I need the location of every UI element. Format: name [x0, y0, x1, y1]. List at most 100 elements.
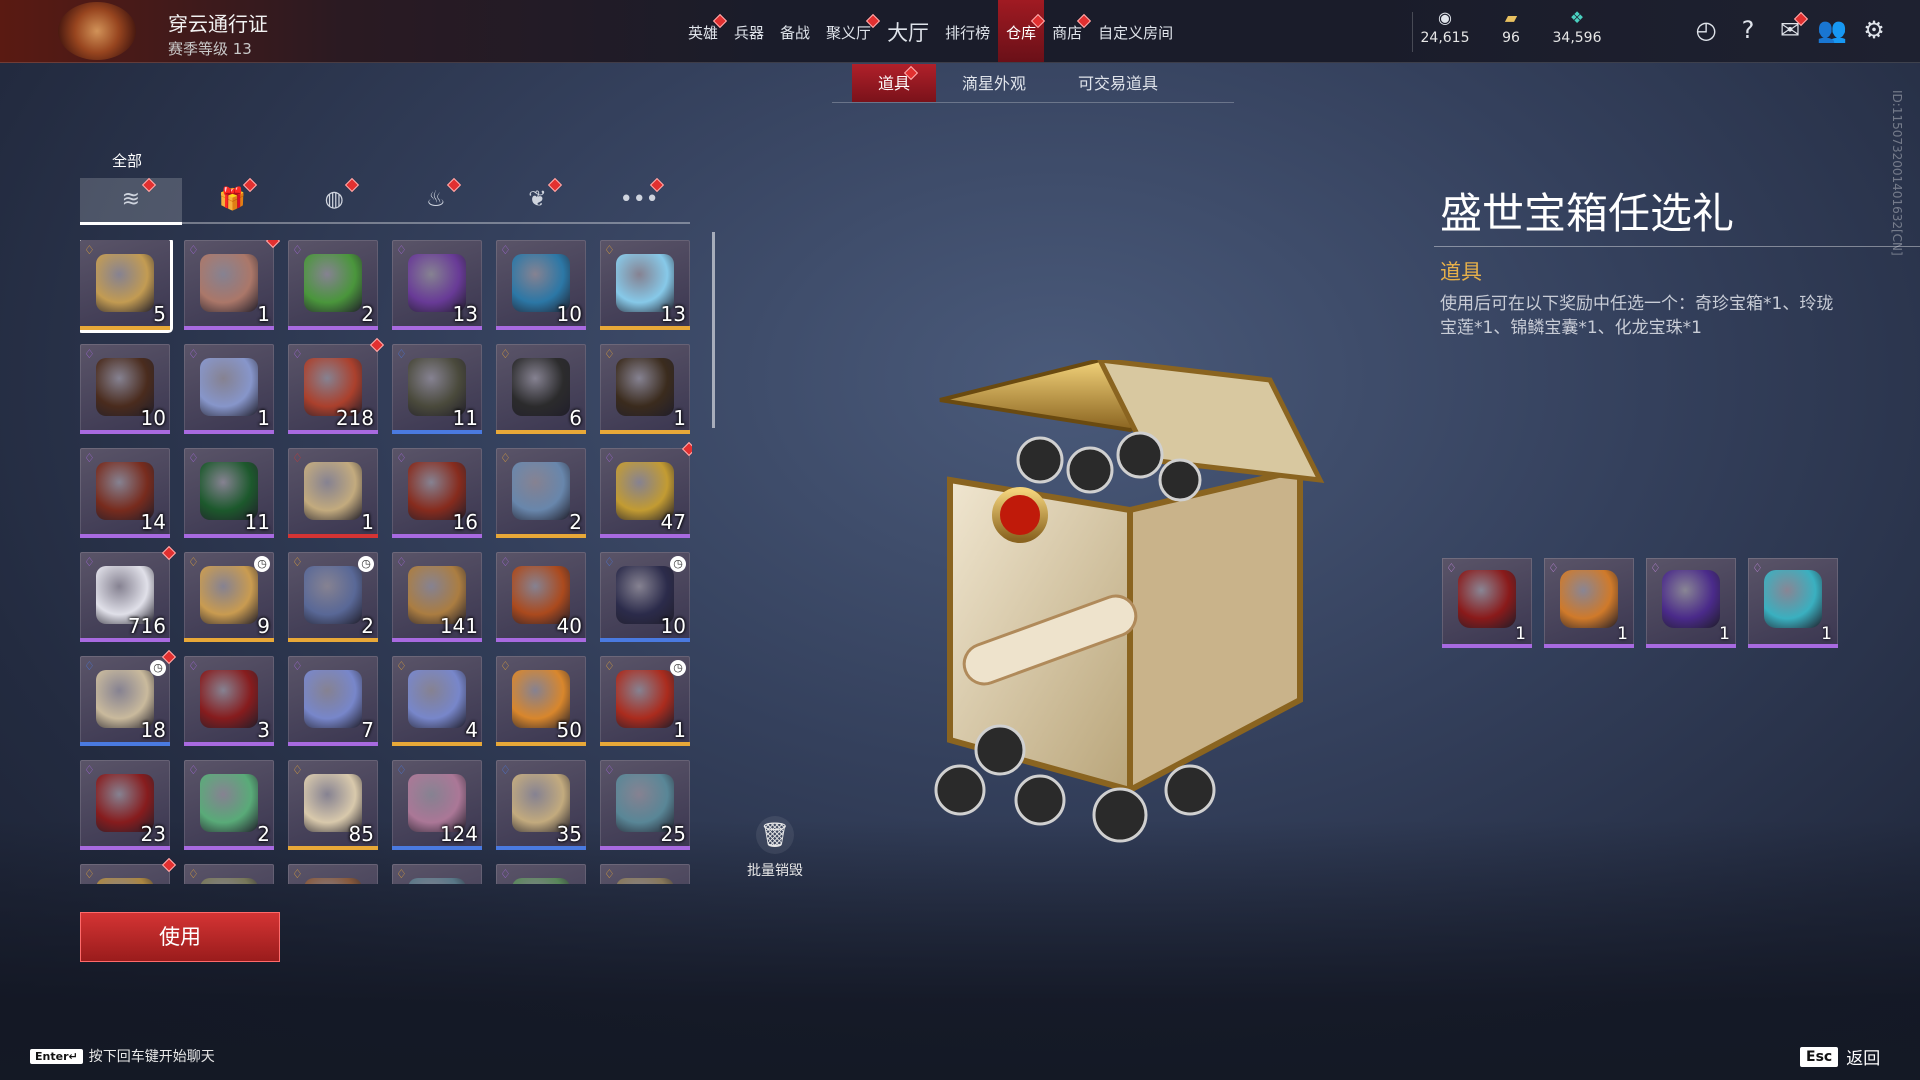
timer-icon[interactable]: ◴ — [1690, 14, 1722, 46]
inventory-item[interactable]: ♢ 11 — [392, 344, 482, 434]
notification-dot — [1793, 11, 1809, 27]
reward-option[interactable]: ♢ 1 — [1748, 558, 1838, 648]
inventory-item[interactable]: ♢ 218 — [288, 337, 385, 434]
inventory-item[interactable]: ♢ 35 — [496, 760, 586, 850]
subtab-1[interactable]: 滴星外观 — [936, 64, 1052, 102]
rarity-badge-icon: ♢ — [1446, 561, 1457, 575]
battle-pass-title[interactable]: 穿云通行证 — [168, 8, 268, 37]
rarity-bar — [392, 534, 482, 538]
chat-hint-text: 按下回车键开始聊天 — [88, 1049, 215, 1065]
rarity-bar — [288, 846, 378, 850]
inventory-item[interactable]: ♢ — [392, 864, 482, 884]
inventory-item[interactable]: ♢ 25 — [600, 760, 690, 850]
nav-item-4[interactable]: 大厅 — [879, 0, 937, 62]
inventory-item[interactable]: ♢ 1 — [184, 344, 274, 434]
inventory-item[interactable]: ♢ 16 — [392, 448, 482, 538]
inventory-item[interactable]: ♢ 40 — [496, 552, 586, 642]
nav-item-6[interactable]: 仓库 — [998, 0, 1046, 62]
inventory-item[interactable]: ♢ 7 — [288, 656, 378, 746]
inventory-item[interactable]: ♢ 716 — [80, 545, 177, 642]
inventory-item[interactable]: ♢ 85 — [288, 760, 378, 850]
back-button[interactable]: Esc 返回 — [1800, 1044, 1880, 1069]
inventory-item[interactable]: ♢ 50 — [496, 656, 586, 746]
inventory-grid: ♢ 5 ♢ 1 ♢ 2 ♢ 13 ♢ 10 ♢ 13 ♢ 10 ♢ 1 ♢ 218 ♢ 11 ♢ 6 ♢ 1 ♢ 14 ♢ 11 ♢ 1 ♢… — [80, 240, 692, 884]
inventory-item[interactable]: ♢ — [184, 864, 274, 884]
inventory-item[interactable]: ♢ — [496, 864, 586, 884]
inventory-item[interactable]: ♢ 23 — [80, 760, 170, 850]
inventory-item[interactable]: ♢ 1 — [184, 240, 281, 330]
rarity-bar — [80, 638, 170, 642]
reward-option[interactable]: ♢ 1 — [1442, 558, 1532, 648]
mail-icon[interactable]: ✉ — [1774, 11, 1809, 46]
inventory-scrollbar[interactable] — [712, 232, 715, 428]
filter-pouch[interactable]: ◍ — [283, 177, 385, 222]
inventory-item[interactable]: ♢ 47 — [600, 441, 692, 538]
inventory-item[interactable]: ♢ 5 — [80, 240, 170, 330]
batch-destroy-button[interactable]: 🗑 批量销毁 — [742, 816, 808, 880]
inventory-item[interactable]: ♢ 13 — [600, 240, 690, 330]
settings-icon[interactable]: ⚙ — [1858, 14, 1890, 46]
item-quantity: 9 — [257, 614, 270, 638]
filter-gift[interactable]: 🎁 — [182, 177, 284, 222]
inventory-item[interactable]: ♢ 2 ◷ — [288, 552, 378, 642]
inventory-item[interactable]: ♢ 141 — [392, 552, 482, 642]
inventory-item[interactable]: ♢ 2 — [288, 240, 378, 330]
inventory-item[interactable]: ♢ 14 — [80, 448, 170, 538]
category-filter-bar: ≋ 🎁 ◍ ♨ ❦ ••• — [80, 177, 690, 225]
inventory-item[interactable]: ♢ 10 ◷ — [600, 552, 690, 642]
pouch-icon: ◍ — [324, 187, 344, 212]
item-quantity: 13 — [660, 302, 686, 326]
inventory-item[interactable]: ♢ 2 — [496, 448, 586, 538]
nav-item-8[interactable]: 自定义房间 — [1090, 0, 1181, 62]
filter-layers[interactable]: ≋ — [80, 177, 182, 225]
nav-item-2[interactable]: 备战 — [772, 0, 818, 62]
inventory-item[interactable]: ♢ 18 ◷ — [80, 649, 177, 746]
inventory-item[interactable]: ♢ 4 — [392, 656, 482, 746]
inventory-item[interactable]: ♢ 6 — [496, 344, 586, 434]
inventory-item[interactable]: ♢ 3 — [184, 656, 274, 746]
inventory-item[interactable]: ♢ 1 ◷ — [600, 656, 690, 746]
reward-option[interactable]: ♢ 1 — [1544, 558, 1634, 648]
nav-item-7[interactable]: 商店 — [1044, 0, 1092, 62]
rarity-bar — [288, 430, 378, 434]
inventory-item[interactable]: ♢ 9 ◷ — [184, 552, 274, 642]
battle-pass-logo-icon[interactable] — [58, 2, 136, 60]
inventory-item[interactable]: ♢ — [288, 864, 378, 884]
item-description: 使用后可在以下奖励中任选一个：奇珍宝箱*1、玲珑宝莲*1、锦鳞宝囊*1、化龙宝珠… — [1440, 294, 1834, 338]
filter-flame[interactable]: ♨ — [385, 177, 487, 222]
friends-icon[interactable]: 👥 — [1816, 14, 1848, 46]
inventory-item[interactable]: ♢ 11 — [184, 448, 274, 538]
reward-option[interactable]: ♢ 1 — [1646, 558, 1736, 648]
inventory-item[interactable]: ♢ 124 — [392, 760, 482, 850]
nav-item-5[interactable]: 排行榜 — [937, 0, 998, 62]
subtab-0[interactable]: 道具 — [852, 64, 937, 102]
rarity-badge-icon: ♢ — [500, 659, 511, 673]
item-image — [512, 878, 570, 884]
nav-item-label: 兵器 — [734, 24, 765, 42]
inventory-item[interactable]: ♢ 2 — [184, 760, 274, 850]
item-image — [304, 670, 362, 728]
help-icon[interactable]: ? — [1732, 14, 1764, 46]
nav-item-0[interactable]: 英雄 — [680, 0, 728, 62]
inventory-item[interactable]: ♢ 10 — [80, 344, 170, 434]
rarity-bar — [288, 326, 378, 330]
rarity-bar — [184, 326, 274, 330]
use-button[interactable]: 使用 — [80, 912, 280, 962]
inventory-item[interactable]: ♢ 1 — [600, 344, 690, 434]
rarity-badge-icon: ♢ — [396, 763, 407, 777]
nav-item-1[interactable]: 兵器 — [726, 0, 772, 62]
inventory-item[interactable]: ♢ 10 — [496, 240, 586, 330]
reward-image — [1662, 570, 1720, 628]
inventory-item[interactable]: ♢ 1 — [288, 448, 378, 538]
filter-wreath[interactable]: ❦ — [487, 177, 589, 222]
rarity-bar — [600, 326, 690, 330]
subtab-2[interactable]: 可交易道具 — [1052, 64, 1184, 102]
rarity-badge-icon: ♢ — [500, 451, 511, 465]
inventory-item[interactable]: ♢ — [600, 864, 690, 884]
rarity-badge-icon: ♢ — [292, 555, 303, 569]
filter-more[interactable]: ••• — [588, 177, 690, 222]
rarity-bar — [600, 430, 690, 434]
nav-item-3[interactable]: 聚义厅 — [818, 0, 881, 62]
inventory-item[interactable]: ♢ 13 — [392, 240, 482, 330]
inventory-item[interactable]: ♢ — [80, 857, 177, 884]
